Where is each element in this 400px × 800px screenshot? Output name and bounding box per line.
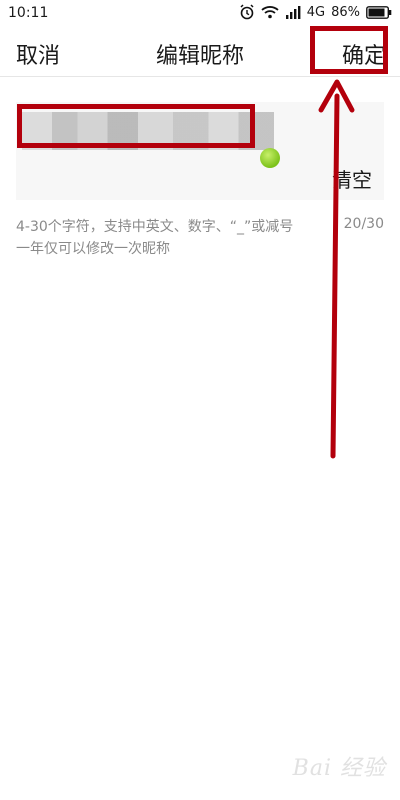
annotation-arrow <box>318 79 355 459</box>
watermark: Bai 经验 <box>292 756 386 781</box>
